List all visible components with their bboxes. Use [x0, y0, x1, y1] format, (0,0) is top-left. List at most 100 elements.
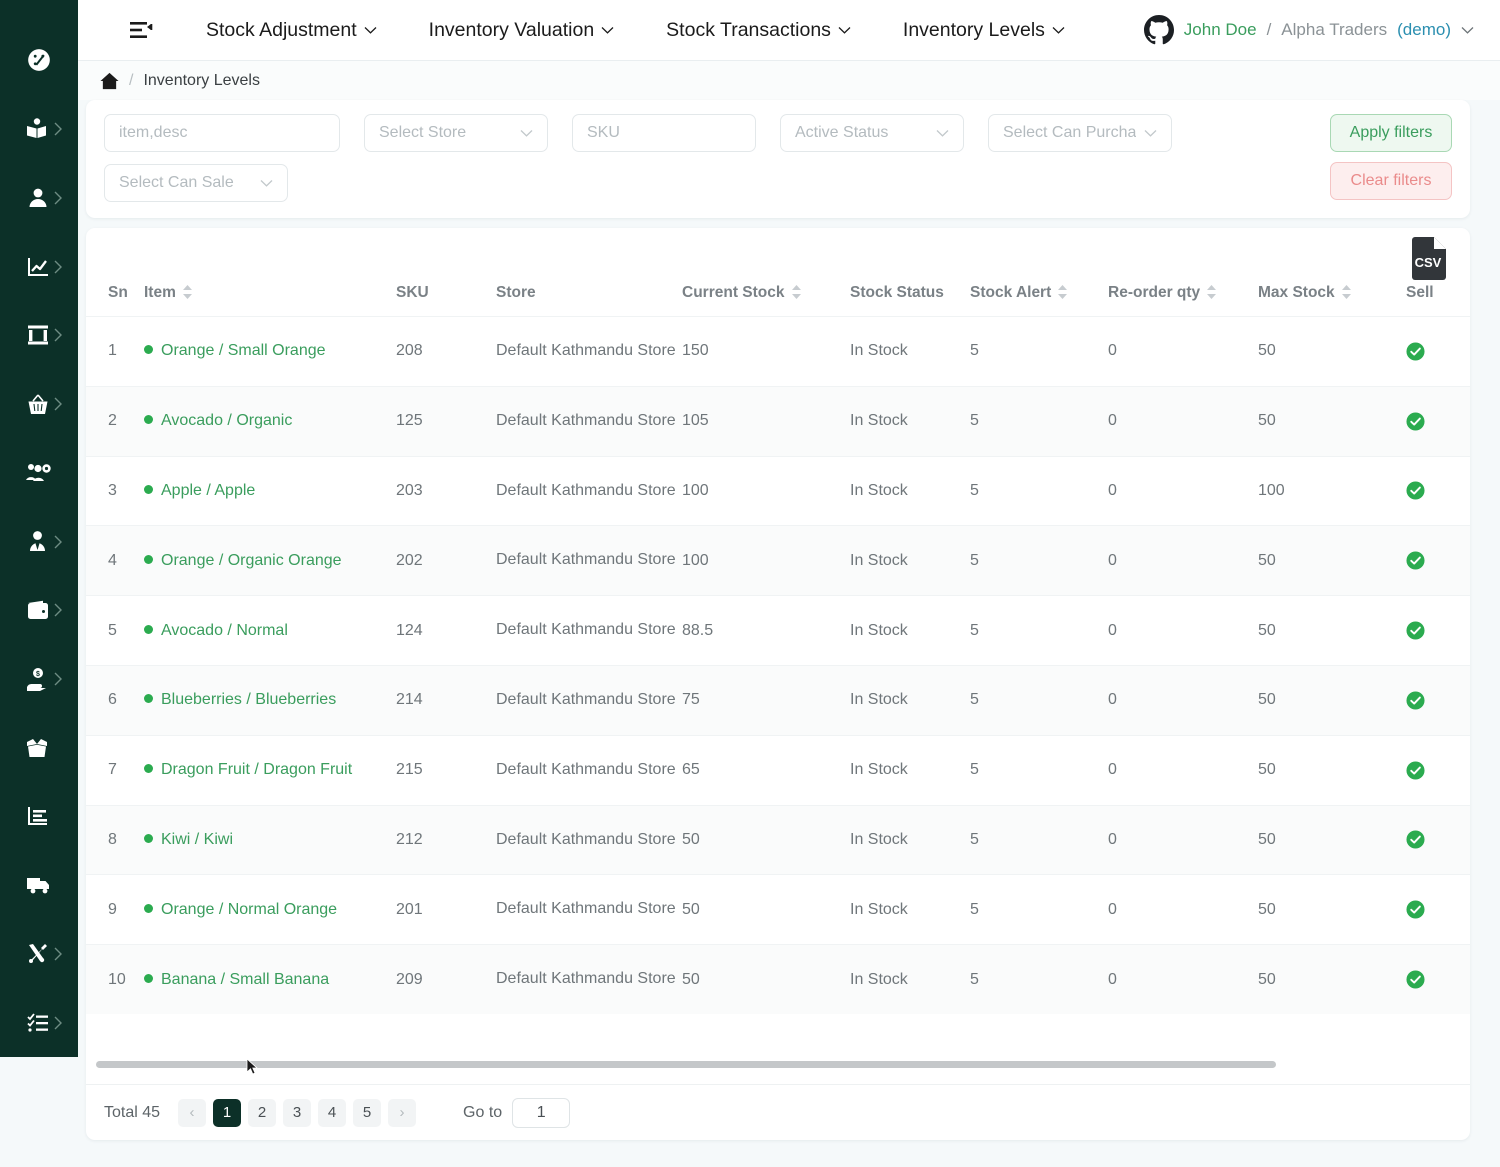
- item-link[interactable]: Blueberries / Blueberries: [161, 691, 336, 708]
- page-button-2[interactable]: 2: [248, 1098, 277, 1127]
- table-row[interactable]: 2 Avocado / Organic 125 Default Kathmandu S…: [86, 385, 1470, 457]
- cell-reorder-qty: 0: [1108, 316, 1258, 387]
- cell-item[interactable]: Orange / Normal Orange: [144, 874, 396, 945]
- sidebar-item-inventory[interactable]: [0, 713, 78, 782]
- col-current-stock[interactable]: Current Stock: [682, 284, 850, 317]
- sidebar-item-reports[interactable]: [0, 782, 78, 851]
- home-icon[interactable]: [100, 72, 119, 90]
- nav-label: Inventory Levels: [902, 18, 1045, 41]
- user-account-menu[interactable]: John Doe / Alpha Traders (demo): [1143, 15, 1474, 45]
- cell-item[interactable]: Orange / Small Orange: [144, 316, 396, 387]
- cell-item[interactable]: Apple / Apple: [144, 455, 396, 526]
- table-row[interactable]: 10 Banana / Small Banana 209 Default Kathma…: [86, 944, 1470, 1014]
- apply-filters-button[interactable]: Apply filters: [1330, 114, 1452, 152]
- page-button-3[interactable]: 3: [283, 1098, 312, 1127]
- col-stock-alert-label: Stock Alert: [970, 284, 1052, 301]
- main-nav: Stock Adjustment Inventory Valuation Sto…: [154, 19, 1065, 42]
- sku-input[interactable]: SKU: [572, 114, 756, 152]
- can-sale-select[interactable]: Select Can Sale: [104, 164, 288, 202]
- basket-icon: [28, 394, 48, 414]
- nav-item-inventory-levels[interactable]: Inventory Levels: [903, 19, 1065, 42]
- table-row[interactable]: 9 Orange / Normal Orange 201 Default Kathma…: [86, 874, 1470, 945]
- table-row[interactable]: 3 Apple / Apple 203 Default Kathmandu Store…: [86, 455, 1470, 526]
- cell-sku: 203: [396, 455, 496, 526]
- wallet-icon: [27, 600, 48, 619]
- cell-sn: 6: [86, 664, 144, 736]
- page-button-5[interactable]: 5: [353, 1098, 382, 1127]
- sidebar-item-wallet[interactable]: [0, 576, 78, 645]
- sidebar-item-shipping[interactable]: [0, 851, 78, 920]
- cell-max-stock: 50: [1258, 316, 1406, 387]
- store-select[interactable]: Select Store: [364, 114, 548, 152]
- can-purchase-select[interactable]: Select Can Purcha: [988, 114, 1172, 152]
- sort-icon[interactable]: [1057, 285, 1068, 299]
- sidebar-item-user-management[interactable]: [0, 438, 78, 507]
- goto-page-input[interactable]: 1: [512, 1097, 571, 1128]
- menu-toggle-button[interactable]: [128, 17, 154, 43]
- cell-item[interactable]: Blueberries / Blueberries: [144, 664, 396, 736]
- page-prev-button[interactable]: ‹: [178, 1098, 207, 1127]
- table-row[interactable]: 1 Orange / Small Orange 208 Default Kathman…: [86, 316, 1470, 387]
- chevron-down-icon: [1144, 130, 1157, 137]
- item-link[interactable]: Avocado / Normal: [161, 622, 288, 639]
- horizontal-scrollbar-thumb[interactable]: [96, 1061, 1276, 1068]
- nav-item-stock-transactions[interactable]: Stock Transactions: [666, 19, 851, 42]
- page-button-1[interactable]: 1: [213, 1098, 242, 1127]
- item-link[interactable]: Orange / Normal Orange: [161, 901, 337, 918]
- cell-item[interactable]: Avocado / Organic: [144, 385, 396, 457]
- item-link[interactable]: Orange / Organic Orange: [161, 552, 342, 569]
- item-link[interactable]: Avocado / Organic: [161, 412, 292, 429]
- sort-icon[interactable]: [1206, 285, 1217, 299]
- cell-stock-status: In Stock: [850, 804, 970, 875]
- col-stock-alert[interactable]: Stock Alert: [970, 284, 1108, 317]
- table-row[interactable]: 6 Blueberries / Blueberries 214 Default Kat…: [86, 664, 1470, 736]
- table-row[interactable]: 4 Orange / Organic Orange 202 Default Kathm…: [86, 525, 1470, 596]
- cell-sn: 7: [86, 734, 144, 806]
- sidebar-item-dashboard[interactable]: [0, 26, 78, 95]
- cell-sn: 10: [86, 944, 144, 1014]
- col-max-stock[interactable]: Max Stock: [1258, 284, 1406, 317]
- table-row[interactable]: 8 Kiwi / Kiwi 212 Default Kathmandu Store 50…: [86, 804, 1470, 875]
- sidebar-item-contacts[interactable]: [0, 95, 78, 164]
- sidebar-item-banking[interactable]: [0, 301, 78, 370]
- cell-item[interactable]: Orange / Organic Orange: [144, 525, 396, 596]
- col-item[interactable]: Item: [144, 284, 396, 317]
- sidebar-item-sales[interactable]: [0, 370, 78, 439]
- clear-filters-button[interactable]: Clear filters: [1330, 162, 1452, 200]
- item-link[interactable]: Banana / Small Banana: [161, 971, 329, 988]
- cell-item[interactable]: Kiwi / Kiwi: [144, 804, 396, 875]
- cell-stock-alert: 5: [970, 804, 1108, 875]
- sidebar-item-tasks[interactable]: [0, 988, 78, 1057]
- nav-item-stock-adjustment[interactable]: Stock Adjustment: [206, 19, 377, 42]
- csv-export-icon[interactable]: CSV: [1410, 236, 1448, 280]
- chevron-right-icon: [54, 535, 62, 548]
- item-link[interactable]: Dragon Fruit / Dragon Fruit: [161, 761, 352, 778]
- sidebar-item-customers[interactable]: [0, 163, 78, 232]
- item-search-input[interactable]: item,desc: [104, 114, 340, 152]
- cell-stock-status: In Stock: [850, 455, 970, 526]
- page-button-4[interactable]: 4: [318, 1098, 347, 1127]
- nav-item-inventory-valuation[interactable]: Inventory Valuation: [429, 19, 615, 42]
- item-link[interactable]: Kiwi / Kiwi: [161, 831, 233, 848]
- cell-item[interactable]: Banana / Small Banana: [144, 944, 396, 1014]
- cell-stock-status: In Stock: [850, 944, 970, 1014]
- sidebar-item-settings[interactable]: [0, 920, 78, 989]
- sidebar-item-analytics[interactable]: [0, 232, 78, 301]
- cell-item[interactable]: Dragon Fruit / Dragon Fruit: [144, 734, 396, 806]
- item-link[interactable]: Orange / Small Orange: [161, 342, 326, 359]
- cell-item[interactable]: Avocado / Normal: [144, 595, 396, 666]
- cell-store: Default Kathmandu Store: [496, 664, 682, 736]
- sidebar-item-employees[interactable]: [0, 507, 78, 576]
- sort-icon[interactable]: [791, 285, 802, 299]
- table-row[interactable]: 7 Dragon Fruit / Dragon Fruit 215 Default K…: [86, 734, 1470, 806]
- item-link[interactable]: Apple / Apple: [161, 482, 255, 499]
- cell-current-stock: 88.5: [682, 595, 850, 666]
- table-row[interactable]: 5 Avocado / Normal 124 Default Kathmandu St…: [86, 595, 1470, 666]
- col-sn-label: Sn: [108, 284, 128, 301]
- sort-icon[interactable]: [1341, 285, 1352, 299]
- col-reorder-qty[interactable]: Re-order qty: [1108, 284, 1258, 317]
- sort-icon[interactable]: [182, 285, 193, 299]
- page-next-button[interactable]: ›: [388, 1098, 417, 1127]
- active-status-select[interactable]: Active Status: [780, 114, 964, 152]
- sidebar-item-payments[interactable]: $: [0, 645, 78, 714]
